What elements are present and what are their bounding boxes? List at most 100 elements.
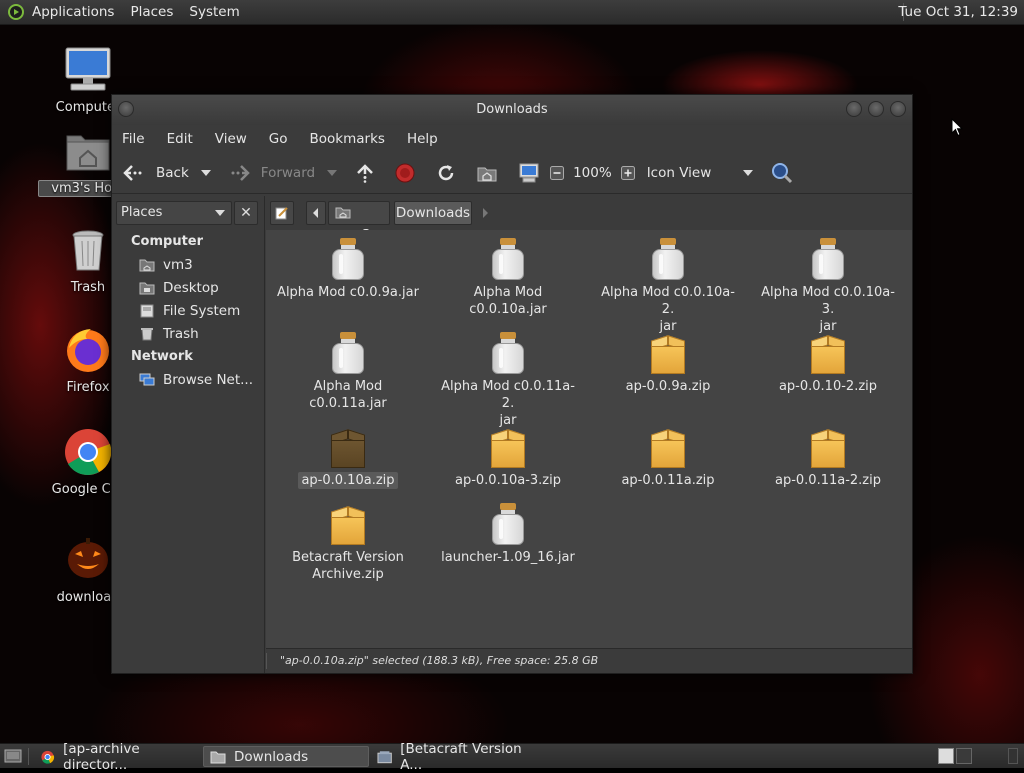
- menu-file[interactable]: File: [122, 131, 145, 147]
- chevron-left-icon: [313, 208, 318, 218]
- sidebar-item-trash[interactable]: Trash: [139, 326, 199, 342]
- mouse-cursor-icon: [951, 118, 963, 137]
- folder-icon: [210, 751, 226, 763]
- window-menu-icon[interactable]: [118, 101, 134, 117]
- file-item[interactable]: Betacraft Version Archive.zip: [273, 503, 423, 583]
- forward-history-dropdown[interactable]: [327, 170, 338, 176]
- path-scroll-left-button[interactable]: [306, 201, 326, 225]
- trash-icon: [141, 328, 153, 341]
- file-item[interactable]: ap-0.0.9a.zip: [593, 332, 743, 395]
- trash-applet-icon[interactable]: [1008, 748, 1018, 764]
- zip-archive-icon: [648, 426, 688, 470]
- jar-file-icon: [328, 332, 368, 376]
- sidebar-item-label: Browse Net...: [163, 372, 254, 388]
- file-name: Alpha Mod c0.0.10a-2. jar: [601, 285, 735, 334]
- task-ap-archive[interactable]: [ap-archive director...: [34, 741, 200, 773]
- task-betacraft[interactable]: [Betacraft Version A...: [371, 741, 541, 773]
- file-item[interactable]: ap-0.0.11a-2.zip: [753, 426, 903, 489]
- path-button-vm3[interactable]: vm3: [328, 201, 390, 243]
- show-desktop-icon[interactable]: [4, 748, 22, 764]
- menu-bookmarks[interactable]: Bookmarks: [310, 131, 385, 147]
- file-item[interactable]: Alpha Mod c0.0.9a.jar: [273, 238, 423, 301]
- sidebar-type-select[interactable]: Places: [116, 201, 232, 225]
- zoom-level[interactable]: 100%: [573, 165, 612, 181]
- pumpkin-icon: [68, 538, 108, 578]
- edit-location-button[interactable]: [270, 201, 294, 225]
- computer-small-icon[interactable]: [518, 163, 540, 183]
- chevron-down-icon: [215, 210, 225, 216]
- menu-go[interactable]: Go: [269, 131, 288, 147]
- task-downloads[interactable]: Downloads: [203, 746, 369, 767]
- sidebar-item-vm3[interactable]: vm3: [139, 257, 193, 273]
- clock[interactable]: Tue Oct 31, 12:39: [898, 4, 1018, 20]
- file-name: Alpha Mod c0.0.10a-3. jar: [761, 285, 895, 334]
- file-item[interactable]: launcher-1.09_16.jar: [433, 503, 583, 566]
- file-name: ap-0.0.10-2.zip: [778, 379, 878, 394]
- file-item[interactable]: Alpha Mod c0.0.10a.jar: [433, 238, 583, 318]
- home-icon: [335, 207, 351, 219]
- file-item[interactable]: Alpha Mod c0.0.10a-2. jar: [593, 238, 743, 335]
- back-history-dropdown[interactable]: [200, 170, 211, 176]
- sidebar-close-button[interactable]: ✕: [234, 201, 258, 225]
- up-icon[interactable]: [355, 163, 375, 183]
- sidebar-item-desktop[interactable]: Desktop: [139, 280, 219, 296]
- file-icon-view[interactable]: Alpha Mod c0.0.9a.jar Alpha Mod c0.0.10a…: [266, 230, 912, 648]
- status-separator: [266, 653, 267, 669]
- system-menu[interactable]: System: [189, 4, 239, 20]
- window-titlebar[interactable]: Downloads: [112, 95, 912, 125]
- view-mode-select[interactable]: Icon View: [647, 165, 712, 181]
- menu-help[interactable]: Help: [407, 131, 438, 147]
- chrome-icon: [41, 750, 55, 764]
- file-name: ap-0.0.9a.zip: [625, 379, 711, 394]
- file-item[interactable]: ap-0.0.10-2.zip: [753, 332, 903, 395]
- window-title: Downloads: [476, 102, 548, 117]
- sidebar-item-label: Trash: [163, 326, 199, 342]
- workspace-2-icon[interactable]: [956, 748, 972, 764]
- sidebar-item-filesystem[interactable]: File System: [139, 303, 240, 319]
- reload-icon[interactable]: [436, 163, 456, 183]
- menubar: File Edit View Go Bookmarks Help: [112, 125, 912, 153]
- edit-icon: [275, 207, 288, 220]
- view-mode-dropdown[interactable]: [743, 170, 754, 176]
- sidebar-item-browse-network[interactable]: Browse Net...: [139, 372, 253, 388]
- top-panel: Applications Places System Tue Oct 31, 1…: [0, 0, 1024, 25]
- workspace-1-icon[interactable]: [938, 748, 954, 764]
- places-menu[interactable]: Places: [130, 4, 173, 20]
- path-button-downloads[interactable]: Downloads: [394, 201, 472, 225]
- zoom-in-icon[interactable]: [620, 166, 635, 180]
- menu-view[interactable]: View: [215, 131, 247, 147]
- drive-icon: [140, 304, 154, 318]
- stop-icon[interactable]: [395, 163, 415, 183]
- minimize-icon[interactable]: [846, 101, 862, 117]
- back-button[interactable]: Back: [122, 164, 189, 182]
- file-item[interactable]: ap-0.0.11a.zip: [593, 426, 743, 489]
- firefox-icon: [67, 329, 109, 372]
- applications-menu[interactable]: Applications: [32, 4, 114, 20]
- jar-file-icon: [328, 238, 368, 282]
- file-item[interactable]: ap-0.0.10a-3.zip: [433, 426, 583, 489]
- sidebar-item-label: Desktop: [163, 280, 219, 296]
- close-icon[interactable]: [890, 101, 906, 117]
- search-icon[interactable]: [771, 162, 793, 184]
- file-item[interactable]: Alpha Mod c0.0.11a-2. jar: [433, 332, 583, 429]
- path-scroll-right-button[interactable]: [476, 201, 494, 225]
- forward-button[interactable]: Forward: [229, 164, 315, 182]
- bottom-panel: [ap-archive director... Downloads [Betac…: [0, 741, 1024, 773]
- sidebar-heading-computer: Computer: [131, 234, 204, 249]
- archive-manager-icon: [377, 750, 392, 763]
- jar-file-icon: [648, 238, 688, 282]
- file-item[interactable]: Alpha Mod c0.0.10a-3. jar: [753, 238, 903, 335]
- zip-archive-icon: [648, 332, 688, 376]
- file-name: ap-0.0.11a.zip: [621, 473, 715, 488]
- sidebar-item-label: File System: [163, 303, 241, 319]
- menu-edit[interactable]: Edit: [167, 131, 193, 147]
- file-item-selected[interactable]: ap-0.0.10a.zip: [273, 426, 423, 489]
- zoom-out-icon[interactable]: [550, 166, 565, 180]
- zip-archive-icon: [328, 503, 368, 547]
- home-icon[interactable]: [477, 164, 497, 182]
- zip-archive-icon: [488, 426, 528, 470]
- mate-logo-icon[interactable]: [8, 4, 24, 20]
- maximize-icon[interactable]: [868, 101, 884, 117]
- file-item[interactable]: Alpha Mod c0.0.11a.jar: [273, 332, 423, 412]
- jar-file-icon: [488, 503, 528, 547]
